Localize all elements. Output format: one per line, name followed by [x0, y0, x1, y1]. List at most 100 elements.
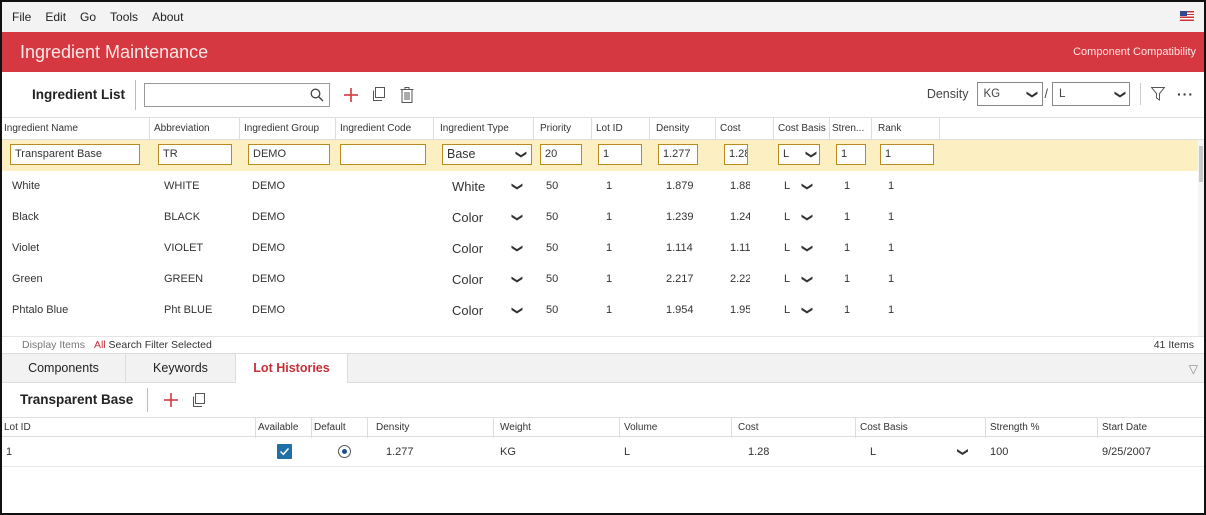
cost-basis-cell: L: [784, 273, 791, 285]
table-row[interactable]: Phtalo Blue Pht BLUE DEMO Color 50 1 1.954 1.95…: [2, 295, 1200, 326]
tab-keywords[interactable]: Keywords: [126, 354, 236, 383]
type-select[interactable]: Base ❯: [442, 144, 532, 165]
lot-id-cell: 1: [606, 211, 613, 223]
filter-search[interactable]: Search Filter: [109, 339, 169, 351]
abbreviation-field[interactable]: TR: [158, 144, 232, 165]
type-cell: Color: [452, 241, 484, 256]
col-cost[interactable]: Cost: [732, 418, 856, 438]
density-cell: 1.239: [666, 211, 694, 223]
col-strength[interactable]: Strength %: [986, 418, 1098, 438]
search-input[interactable]: [145, 83, 306, 106]
table-row-selected[interactable]: Transparent Base TR DEMO Base ❯ 20 1 1.2…: [2, 140, 1200, 171]
density-value: 1.277: [386, 446, 414, 458]
col-cost-basis[interactable]: Cost Basis: [856, 418, 986, 438]
rank-field[interactable]: 1: [880, 144, 934, 165]
col-volume[interactable]: Volume: [620, 418, 732, 438]
col-default[interactable]: Default: [312, 418, 368, 438]
strength-field[interactable]: 1: [836, 144, 866, 165]
lot-row[interactable]: 1 1.277 KG L 1.28 L ❯ 100 9/25/2007: [2, 437, 1204, 467]
col-ingredient-name[interactable]: Ingredient Name: [2, 118, 150, 140]
chevron-down-icon[interactable]: ❯: [791, 213, 822, 222]
menu-go[interactable]: Go: [80, 10, 96, 24]
group-field[interactable]: DEMO: [248, 144, 330, 165]
search-icon[interactable]: [310, 88, 324, 102]
cost-cell: 1.88: [730, 180, 750, 192]
more-options-icon[interactable]: ···: [1177, 87, 1194, 101]
cost-field[interactable]: 1.28: [724, 144, 748, 165]
scrollbar-thumb[interactable]: [1199, 146, 1203, 182]
chevron-down-icon[interactable]: ❯: [791, 275, 822, 284]
table-row[interactable]: Green GREEN DEMO Color 50 1 2.217 2.22 L 1 1 ❯ ❯: [2, 264, 1200, 295]
copy-lot-icon[interactable]: [188, 389, 210, 411]
col-density[interactable]: Density: [368, 418, 494, 438]
us-flag-icon[interactable]: [1180, 11, 1194, 21]
density-cell: 1.879: [666, 180, 694, 192]
chevron-down-icon[interactable]: ❯: [791, 244, 822, 253]
col-lot-id[interactable]: Lot ID: [592, 118, 650, 140]
add-lot-icon[interactable]: [160, 389, 182, 411]
col-start-date[interactable]: Start Date: [1098, 418, 1200, 438]
filter-all[interactable]: All: [94, 339, 106, 351]
name-cell: Black: [12, 211, 39, 223]
tab-lot-histories[interactable]: Lot Histories: [236, 354, 348, 383]
col-rank[interactable]: Rank: [872, 118, 940, 140]
tab-components[interactable]: Components: [2, 354, 126, 383]
name-field[interactable]: Transparent Base: [10, 144, 140, 165]
lot-id-value: 1: [6, 446, 13, 458]
chevron-down-icon[interactable]: ❯: [501, 306, 532, 315]
chevron-down-icon[interactable]: ❯: [948, 447, 978, 456]
menu-tools[interactable]: Tools: [110, 10, 138, 24]
basis-select[interactable]: L ❯: [778, 144, 820, 165]
add-icon[interactable]: [340, 84, 362, 106]
priority-field[interactable]: 20: [540, 144, 582, 165]
priority-cell: 50: [546, 211, 559, 223]
mass-unit-select[interactable]: KG ❯: [976, 82, 1043, 106]
chevron-down-icon[interactable]: ❯: [501, 213, 532, 222]
table-row[interactable]: Violet VIOLET DEMO Color 50 1 1.114 1.11 L 1 1 ❯ ❯: [2, 233, 1200, 264]
cost-value: 1.28: [748, 446, 770, 458]
col-weight[interactable]: Weight: [494, 418, 620, 438]
chevron-down-icon[interactable]: ❯: [791, 306, 822, 315]
filter-selected[interactable]: Selected: [171, 339, 212, 351]
col-cost-basis[interactable]: Cost Basis: [774, 118, 830, 140]
col-cost[interactable]: Cost: [716, 118, 774, 140]
cost-basis-cell: L: [784, 242, 791, 254]
component-compatibility-link[interactable]: Component Compatibility: [1073, 46, 1196, 58]
col-available[interactable]: Available: [256, 418, 312, 438]
col-ingredient-code[interactable]: Ingredient Code: [336, 118, 434, 140]
table-row[interactable]: Deep BlueD BLUEDEMOColor5011.2931.3L11❯❯: [2, 326, 1200, 336]
col-density[interactable]: Density: [650, 118, 716, 140]
col-ingredient-group[interactable]: Ingredient Group: [240, 118, 336, 140]
lot-field[interactable]: 1: [598, 144, 642, 165]
grid-scrollbar[interactable]: [1198, 140, 1204, 336]
abbreviation-cell: VIOLET: [164, 242, 204, 254]
chevron-down-icon[interactable]: ❯: [501, 275, 532, 284]
delete-icon[interactable]: [396, 84, 418, 106]
default-radio[interactable]: [338, 445, 351, 458]
density-field[interactable]: 1.277: [658, 144, 698, 165]
chevron-down-icon[interactable]: ❯: [501, 244, 532, 253]
priority-cell: 50: [546, 180, 559, 192]
menu-file[interactable]: File: [12, 10, 31, 24]
group-cell: DEMO: [252, 180, 285, 192]
table-row[interactable]: Black BLACK DEMO Color 50 1 1.239 1.24 L 1 1 ❯ ❯: [2, 202, 1200, 233]
filter-icon[interactable]: [1151, 87, 1165, 101]
chevron-down-icon[interactable]: ▽: [1189, 362, 1198, 376]
code-field[interactable]: [340, 144, 426, 165]
col-lot-id[interactable]: Lot ID: [2, 418, 256, 438]
strength-cell: 1: [844, 326, 850, 336]
menu-edit[interactable]: Edit: [45, 10, 66, 24]
chevron-down-icon[interactable]: ❯: [501, 182, 532, 191]
volume-unit-select[interactable]: L ❯: [1052, 82, 1130, 106]
menu-about[interactable]: About: [152, 10, 183, 24]
col-priority[interactable]: Priority: [534, 118, 592, 140]
available-checkbox[interactable]: [277, 444, 292, 459]
copy-icon[interactable]: [368, 84, 390, 106]
search-box: [144, 82, 331, 107]
col-strength[interactable]: Stren...: [830, 118, 872, 140]
col-ingredient-type[interactable]: Ingredient Type: [434, 118, 534, 140]
chevron-down-icon[interactable]: ❯: [791, 182, 822, 191]
col-abbreviation[interactable]: Abbreviation: [150, 118, 240, 140]
abbreviation-cell: BLACK: [164, 211, 201, 223]
table-row[interactable]: White WHITE DEMO White 50 1 1.879 1.88 L 1 1 ❯ ❯: [2, 171, 1200, 202]
